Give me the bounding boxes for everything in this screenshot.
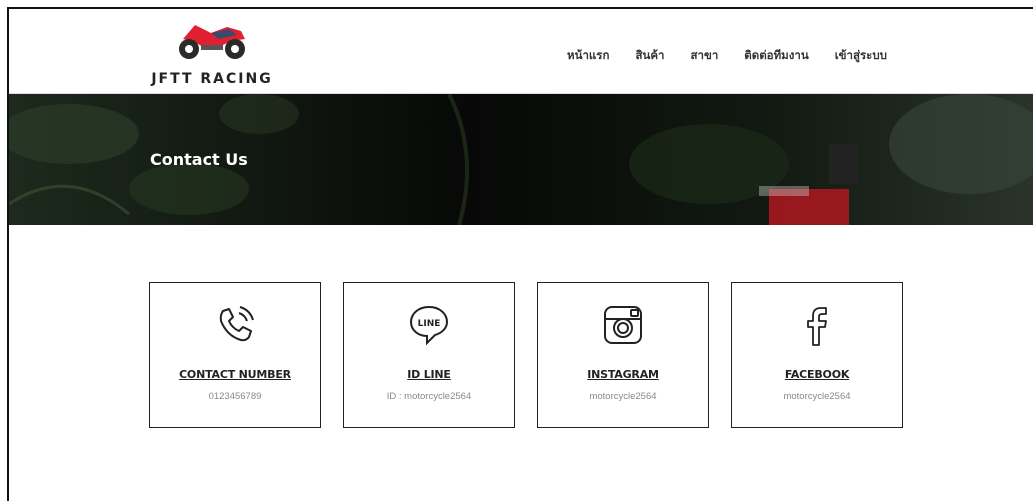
main-nav: หน้าแรก สินค้า สาขา ติดต่อทีมงาน เข้าสู่… <box>567 47 913 65</box>
card-title[interactable]: CONTACT NUMBER <box>150 368 320 381</box>
nav-item-login[interactable]: เข้าสู่ระบบ <box>835 47 887 65</box>
browser-frame: JFTT RACING หน้าแรก สินค้า สาขา ติดต่อที… <box>7 7 1033 501</box>
site-logo[interactable]: JFTT RACING <box>137 17 287 87</box>
nav-item-home[interactable]: หน้าแรก <box>567 47 609 65</box>
site-header: JFTT RACING หน้าแรก สินค้า สาขา ติดต่อที… <box>9 9 1033 94</box>
nav-item-contact[interactable]: ติดต่อทีมงาน <box>744 47 808 65</box>
motorcycle-logo-icon <box>179 25 245 59</box>
card-title[interactable]: ID LINE <box>344 368 514 381</box>
instagram-icon <box>538 303 708 347</box>
line-icon-label: LINE <box>418 319 441 329</box>
contact-card-instagram[interactable]: INSTAGRAM motorcycle2564 <box>537 282 709 428</box>
contact-card-phone[interactable]: CONTACT NUMBER 0123456789 <box>149 282 321 428</box>
card-value: ID : motorcycle2564 <box>386 391 472 402</box>
page-title: Contact Us <box>150 150 248 169</box>
hero-banner: Contact Us <box>9 94 1033 225</box>
brand-name: JFTT RACING <box>151 71 273 87</box>
card-value: 0123456789 <box>208 391 262 402</box>
nav-item-branches[interactable]: สาขา <box>690 47 718 65</box>
facebook-icon <box>732 303 902 347</box>
card-value: motorcycle2564 <box>589 391 657 402</box>
card-title[interactable]: FACEBOOK <box>732 368 902 381</box>
contact-card-line[interactable]: LINE ID LINE ID : motorcycle2564 <box>343 282 515 428</box>
card-title[interactable]: INSTAGRAM <box>538 368 708 381</box>
contact-card-facebook[interactable]: FACEBOOK motorcycle2564 <box>731 282 903 428</box>
nav-item-products[interactable]: สินค้า <box>635 47 664 65</box>
line-icon: LINE <box>344 303 514 347</box>
phone-icon <box>150 303 320 347</box>
card-value: motorcycle2564 <box>783 391 851 402</box>
